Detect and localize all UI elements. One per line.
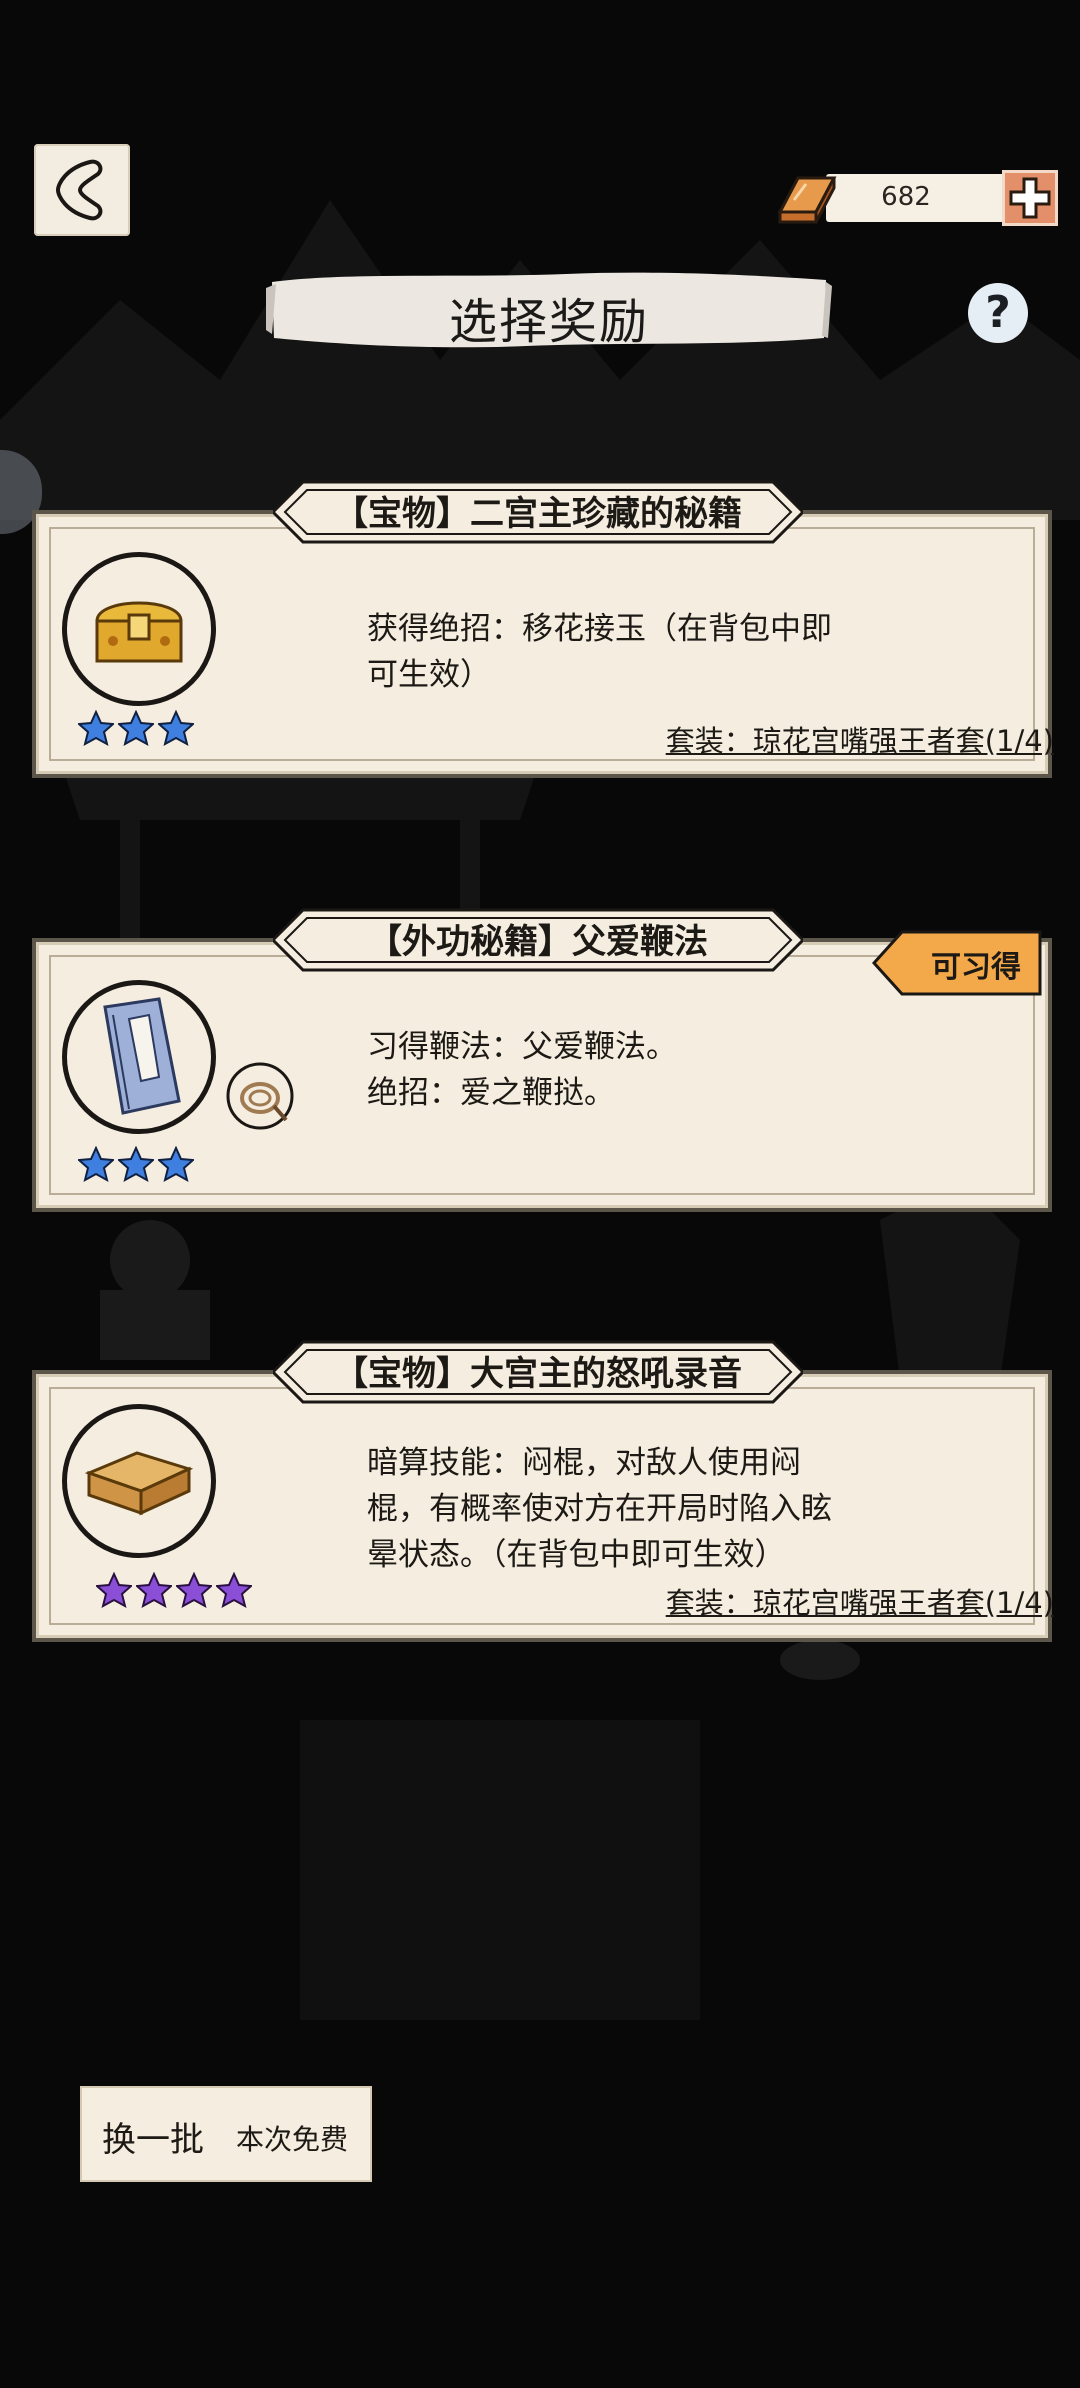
rarity-stars bbox=[96, 1572, 256, 1612]
wooden-box-icon bbox=[84, 1451, 194, 1516]
description-line: 绝招：爱之鞭挞。 bbox=[367, 1075, 615, 1111]
reward-title: 【宝物】二宫主珍藏的秘籍 bbox=[334, 494, 742, 534]
back-arrow-icon bbox=[56, 159, 103, 221]
star-icon bbox=[96, 1572, 132, 1608]
reward-banner-1: 【宝物】二宫主珍藏的秘籍 bbox=[270, 474, 806, 550]
description-line: 暗算技能：闷棍，对敌人使用闷 bbox=[367, 1445, 801, 1481]
reward-banner-2: 【外功秘籍】父爱鞭法 bbox=[270, 902, 806, 978]
back-button[interactable] bbox=[34, 144, 130, 236]
reward-description: 获得绝招：移花接玉（在背包中即 可生效） bbox=[367, 606, 967, 698]
description-line: 可生效） bbox=[367, 657, 491, 693]
refresh-rewards-button[interactable]: 换一批 本次免费 bbox=[80, 2086, 372, 2182]
question-mark-icon: ? bbox=[985, 287, 1011, 338]
star-icon bbox=[78, 1146, 114, 1182]
reward-banner-3: 【宝物】大宫主的怒吼录音 bbox=[270, 1334, 806, 1410]
whip-icon bbox=[226, 1062, 294, 1130]
title-banner: 选择奖励 bbox=[266, 268, 832, 350]
star-icon bbox=[118, 710, 154, 746]
star-icon bbox=[158, 1146, 194, 1182]
reward-title: 【外功秘籍】父爱鞭法 bbox=[368, 922, 708, 962]
star-icon bbox=[78, 710, 114, 746]
add-currency-button[interactable] bbox=[1002, 170, 1058, 226]
page-title: 选择奖励 bbox=[448, 294, 649, 350]
reward-title: 【宝物】大宫主的怒吼录音 bbox=[334, 1354, 742, 1394]
reward-icon-frame bbox=[62, 980, 216, 1134]
star-icon bbox=[216, 1572, 252, 1608]
reward-icon-frame bbox=[62, 552, 216, 706]
reward-description: 暗算技能：闷棍，对敌人使用闷 棍，有概率使对方在开局时陷入眩 晕状态。（在背包中… bbox=[367, 1440, 967, 1578]
gold-ingot-icon bbox=[777, 176, 837, 224]
set-label[interactable]: 套装：琼花宫嘴强王者套(1/4) bbox=[666, 1580, 1054, 1622]
gold-currency-display: 682 bbox=[776, 170, 1058, 226]
refresh-cost-note: 本次免费 bbox=[236, 2123, 349, 2156]
currency-amount: 682 bbox=[881, 182, 931, 212]
star-icon bbox=[136, 1572, 172, 1608]
martial-arts-book-icon bbox=[103, 997, 181, 1115]
set-label[interactable]: 套装：琼花宫嘴强王者套(1/4) bbox=[666, 718, 1054, 760]
star-icon bbox=[158, 710, 194, 746]
learnable-tag-label: 可习得 bbox=[931, 950, 1021, 985]
star-icon bbox=[118, 1146, 154, 1182]
treasure-chest-icon bbox=[95, 601, 183, 663]
star-icon bbox=[176, 1572, 212, 1608]
description-line: 晕状态。（在背包中即可生效） bbox=[367, 1537, 786, 1573]
description-line: 获得绝招：移花接玉（在背包中即 bbox=[367, 611, 832, 647]
plus-icon bbox=[1009, 177, 1051, 219]
learnable-tag: 可习得 bbox=[871, 930, 1042, 996]
rarity-stars bbox=[78, 1146, 198, 1186]
rarity-stars bbox=[78, 710, 198, 750]
reward-icon-frame bbox=[62, 1404, 216, 1558]
refresh-label: 换一批 bbox=[102, 2120, 204, 2160]
description-line: 习得鞭法：父爱鞭法。 bbox=[367, 1029, 677, 1065]
description-line: 棍，有概率使对方在开局时陷入眩 bbox=[367, 1491, 832, 1527]
help-button[interactable]: ? bbox=[968, 283, 1028, 343]
reward-description: 习得鞭法：父爱鞭法。 绝招：爱之鞭挞。 bbox=[367, 1024, 967, 1116]
